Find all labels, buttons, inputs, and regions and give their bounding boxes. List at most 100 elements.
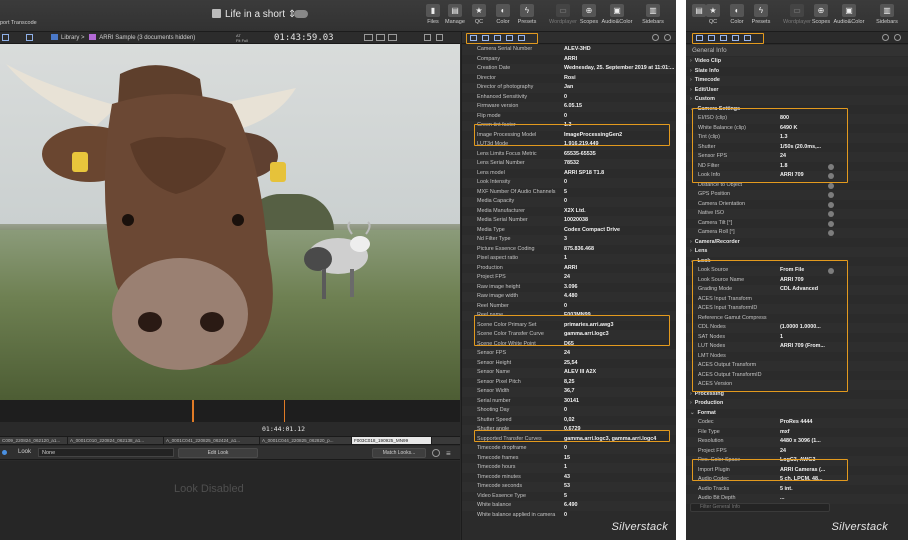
clip-label[interactable]: A_0001C041_220825_062424_a1... <box>164 437 260 444</box>
sidebar-toggle-icon[interactable] <box>2 34 9 41</box>
metadata-row[interactable]: Audio Codec 5 ch, LPCM, 48... <box>686 475 908 485</box>
metadata-row[interactable]: Raw image width 4.480 <box>462 292 676 302</box>
metadata-row[interactable]: Shutter Speed 0,02 <box>462 416 676 426</box>
r-color-button[interactable]: ◐ Color <box>724 4 750 25</box>
metadata-row[interactable]: Director Rosi <box>462 74 676 84</box>
metadata-row[interactable]: Look Info ARRI 709 <box>686 171 908 181</box>
code-tab-icon[interactable] <box>506 35 513 41</box>
metadata-row[interactable]: LUT Nodes ARRI 709 (From... <box>686 342 908 352</box>
playhead[interactable] <box>284 400 285 422</box>
fit-selector[interactable]: AT Fit Full <box>236 33 248 43</box>
metadata-row[interactable]: Media Manufacturer X2X Ltd. <box>462 207 676 217</box>
metadata-row[interactable]: CDL Nodes (1.0000 1.0000... <box>686 323 908 333</box>
metadata-row[interactable]: Native ISO <box>686 209 908 219</box>
metadata-row[interactable]: ACES Output Transform <box>686 361 908 371</box>
breadcrumb-project[interactable]: ARRI Sample (3 documents hidden) <box>99 35 195 41</box>
scrubber-area[interactable] <box>0 400 460 422</box>
metadata-row[interactable]: Production ARRI <box>462 264 676 274</box>
metadata-row[interactable]: Import Plugin ARRI Cameras (... <box>686 466 908 476</box>
metadata-row[interactable]: Codec ProRes 4444 <box>686 418 908 428</box>
view-wave-icon[interactable] <box>388 34 397 41</box>
metadata-row[interactable]: White balance 6.490 <box>462 501 676 511</box>
compare-icon[interactable] <box>436 34 443 41</box>
metadata-row[interactable]: Media Capacity 0 <box>462 197 676 207</box>
metadata-row[interactable]: EI/ISO (clip) 800 <box>686 114 908 124</box>
metadata-row[interactable]: Sensor Name ALEV III A2X <box>462 368 676 378</box>
metadata-row[interactable]: Nd Filter Type 3 <box>462 235 676 245</box>
info-tab-icon[interactable] <box>470 35 477 41</box>
project-title[interactable]: Life in a short ⇕ <box>212 9 296 20</box>
minus-icon[interactable] <box>432 449 440 457</box>
metadata-row[interactable]: Project FPS 24 <box>462 273 676 283</box>
metadata-row[interactable]: Resolution 4480 x 3096 (1... <box>686 437 908 447</box>
metadata-row[interactable]: Sensor FPS 24 <box>686 152 908 162</box>
keyboard-tab-icon[interactable] <box>744 35 751 41</box>
metadata-row[interactable]: Enhanced Sensitivity 0 <box>462 93 676 103</box>
metadata-row[interactable]: SAT Nodes 1 <box>686 333 908 343</box>
clip-label-selected[interactable]: F003C018_190925_MN99 <box>352 437 432 444</box>
view-split-icon[interactable] <box>376 34 385 41</box>
metadata-row[interactable]: ACES Input TransformID <box>686 304 908 314</box>
metadata-row[interactable]: Creation Date Wednesday, 25. September 20… <box>462 64 676 74</box>
metadata-row[interactable]: Serial number 30141 <box>462 397 676 407</box>
metadata-row[interactable]: ACES Input Transform <box>686 295 908 305</box>
metadata-section[interactable]: Timecode <box>686 76 908 86</box>
metadata-row[interactable]: Timecode seconds 53 <box>462 482 676 492</box>
metadata-row[interactable]: Lens model ARRI SP18 T1.8 <box>462 169 676 179</box>
cloud-icon[interactable] <box>294 10 308 18</box>
transcode-button-label[interactable]: port Transcode <box>0 20 37 26</box>
metadata-row[interactable]: Look Source Name ARRI 709 <box>686 276 908 286</box>
panel-toggle-icon[interactable] <box>26 34 33 41</box>
r-presets-button[interactable]: ϟ Presets <box>748 4 774 25</box>
metadata-row[interactable]: Sensor FPS 24 <box>462 349 676 359</box>
audio-color-button[interactable]: ▣ Audio&Color <box>600 4 634 25</box>
clip-tab-icon[interactable] <box>720 35 727 41</box>
metadata-row[interactable]: Green tint factor 1.3 <box>462 121 676 131</box>
gear-icon[interactable] <box>828 192 834 198</box>
video-viewer[interactable] <box>0 44 460 400</box>
gear-icon[interactable] <box>828 201 834 208</box>
metadata-row[interactable]: Timecode hours 1 <box>462 463 676 473</box>
metadata-row[interactable]: Image Processing Model ImageProcessingGen… <box>462 131 676 141</box>
metadata-section[interactable]: Look <box>686 257 908 267</box>
metadata-row[interactable]: Shutter angle 0,6729 <box>462 425 676 435</box>
r-sidebars-button[interactable]: ▥ Sidebars <box>872 4 902 25</box>
metadata-row[interactable]: Shooting Day 0 <box>462 406 676 416</box>
metadata-row[interactable]: Sensor Height 25,54 <box>462 359 676 369</box>
metadata-row[interactable]: Media Type Codex Compact Drive <box>462 226 676 236</box>
r-qc-button[interactable]: ★ QC <box>700 4 726 25</box>
metadata-row[interactable]: Camera Orientation <box>686 200 908 210</box>
metadata-row[interactable]: Project FPS 24 <box>686 447 908 457</box>
gear-icon[interactable] <box>828 220 834 227</box>
metadata-row[interactable]: LMT Nodes <box>686 352 908 362</box>
metadata-row[interactable]: Rec. Color Space LogC3, AWG3 <box>686 456 908 466</box>
metadata-row[interactable]: MXF Number Of Audio Channels 5 <box>462 188 676 198</box>
metadata-row[interactable]: Lens Limits Focus Metric 65535-65535 <box>462 150 676 160</box>
metadata-row[interactable]: ACES Output TransformID <box>686 371 908 381</box>
view-mode-buttons[interactable] <box>364 34 400 43</box>
metadata-row[interactable]: Video Essence Type 5 <box>462 492 676 502</box>
metadata-row[interactable]: Scene Color White Point D65 <box>462 340 676 350</box>
keyboard-tab-icon[interactable] <box>518 35 525 41</box>
metadata-row[interactable]: Camera Serial Number ALEV-3HD <box>462 45 676 55</box>
metadata-section[interactable]: Camera/Recorder <box>686 238 908 248</box>
metadata-row[interactable]: LUT3d Mode 1.916.219.449 <box>462 140 676 150</box>
clip-label[interactable]: A_0001C044_220825_062820_p... <box>260 437 352 444</box>
gear-icon[interactable] <box>828 182 834 189</box>
in-marker[interactable] <box>192 400 194 422</box>
metadata-row[interactable]: Firmware version 6.05.15 <box>462 102 676 112</box>
metadata-row[interactable]: Company ARRI <box>462 55 676 65</box>
metadata-row[interactable]: Timecode frames 15 <box>462 454 676 464</box>
metadata-row[interactable]: Director of photography Jan <box>462 83 676 93</box>
code-tab-icon[interactable] <box>732 35 739 41</box>
metadata-row[interactable]: Scene Color Transfer Curve gamma.arri.log… <box>462 330 676 340</box>
filter-input[interactable]: Filter General Info <box>690 503 830 512</box>
r-scopes-button[interactable]: ⊕ Scopes <box>808 4 834 25</box>
metadata-section[interactable]: Processing <box>686 390 908 400</box>
look-select[interactable]: None <box>38 448 174 457</box>
metadata-row[interactable]: Timecode minutes 43 <box>462 473 676 483</box>
metadata-row[interactable]: Audio Tracks 5 int. <box>686 485 908 495</box>
metadata-row[interactable]: Sensor Pixel Pitch 8,25 <box>462 378 676 388</box>
metadata-row[interactable]: Lens Serial Number 78532 <box>462 159 676 169</box>
metadata-section[interactable]: Video Clip <box>686 57 908 67</box>
